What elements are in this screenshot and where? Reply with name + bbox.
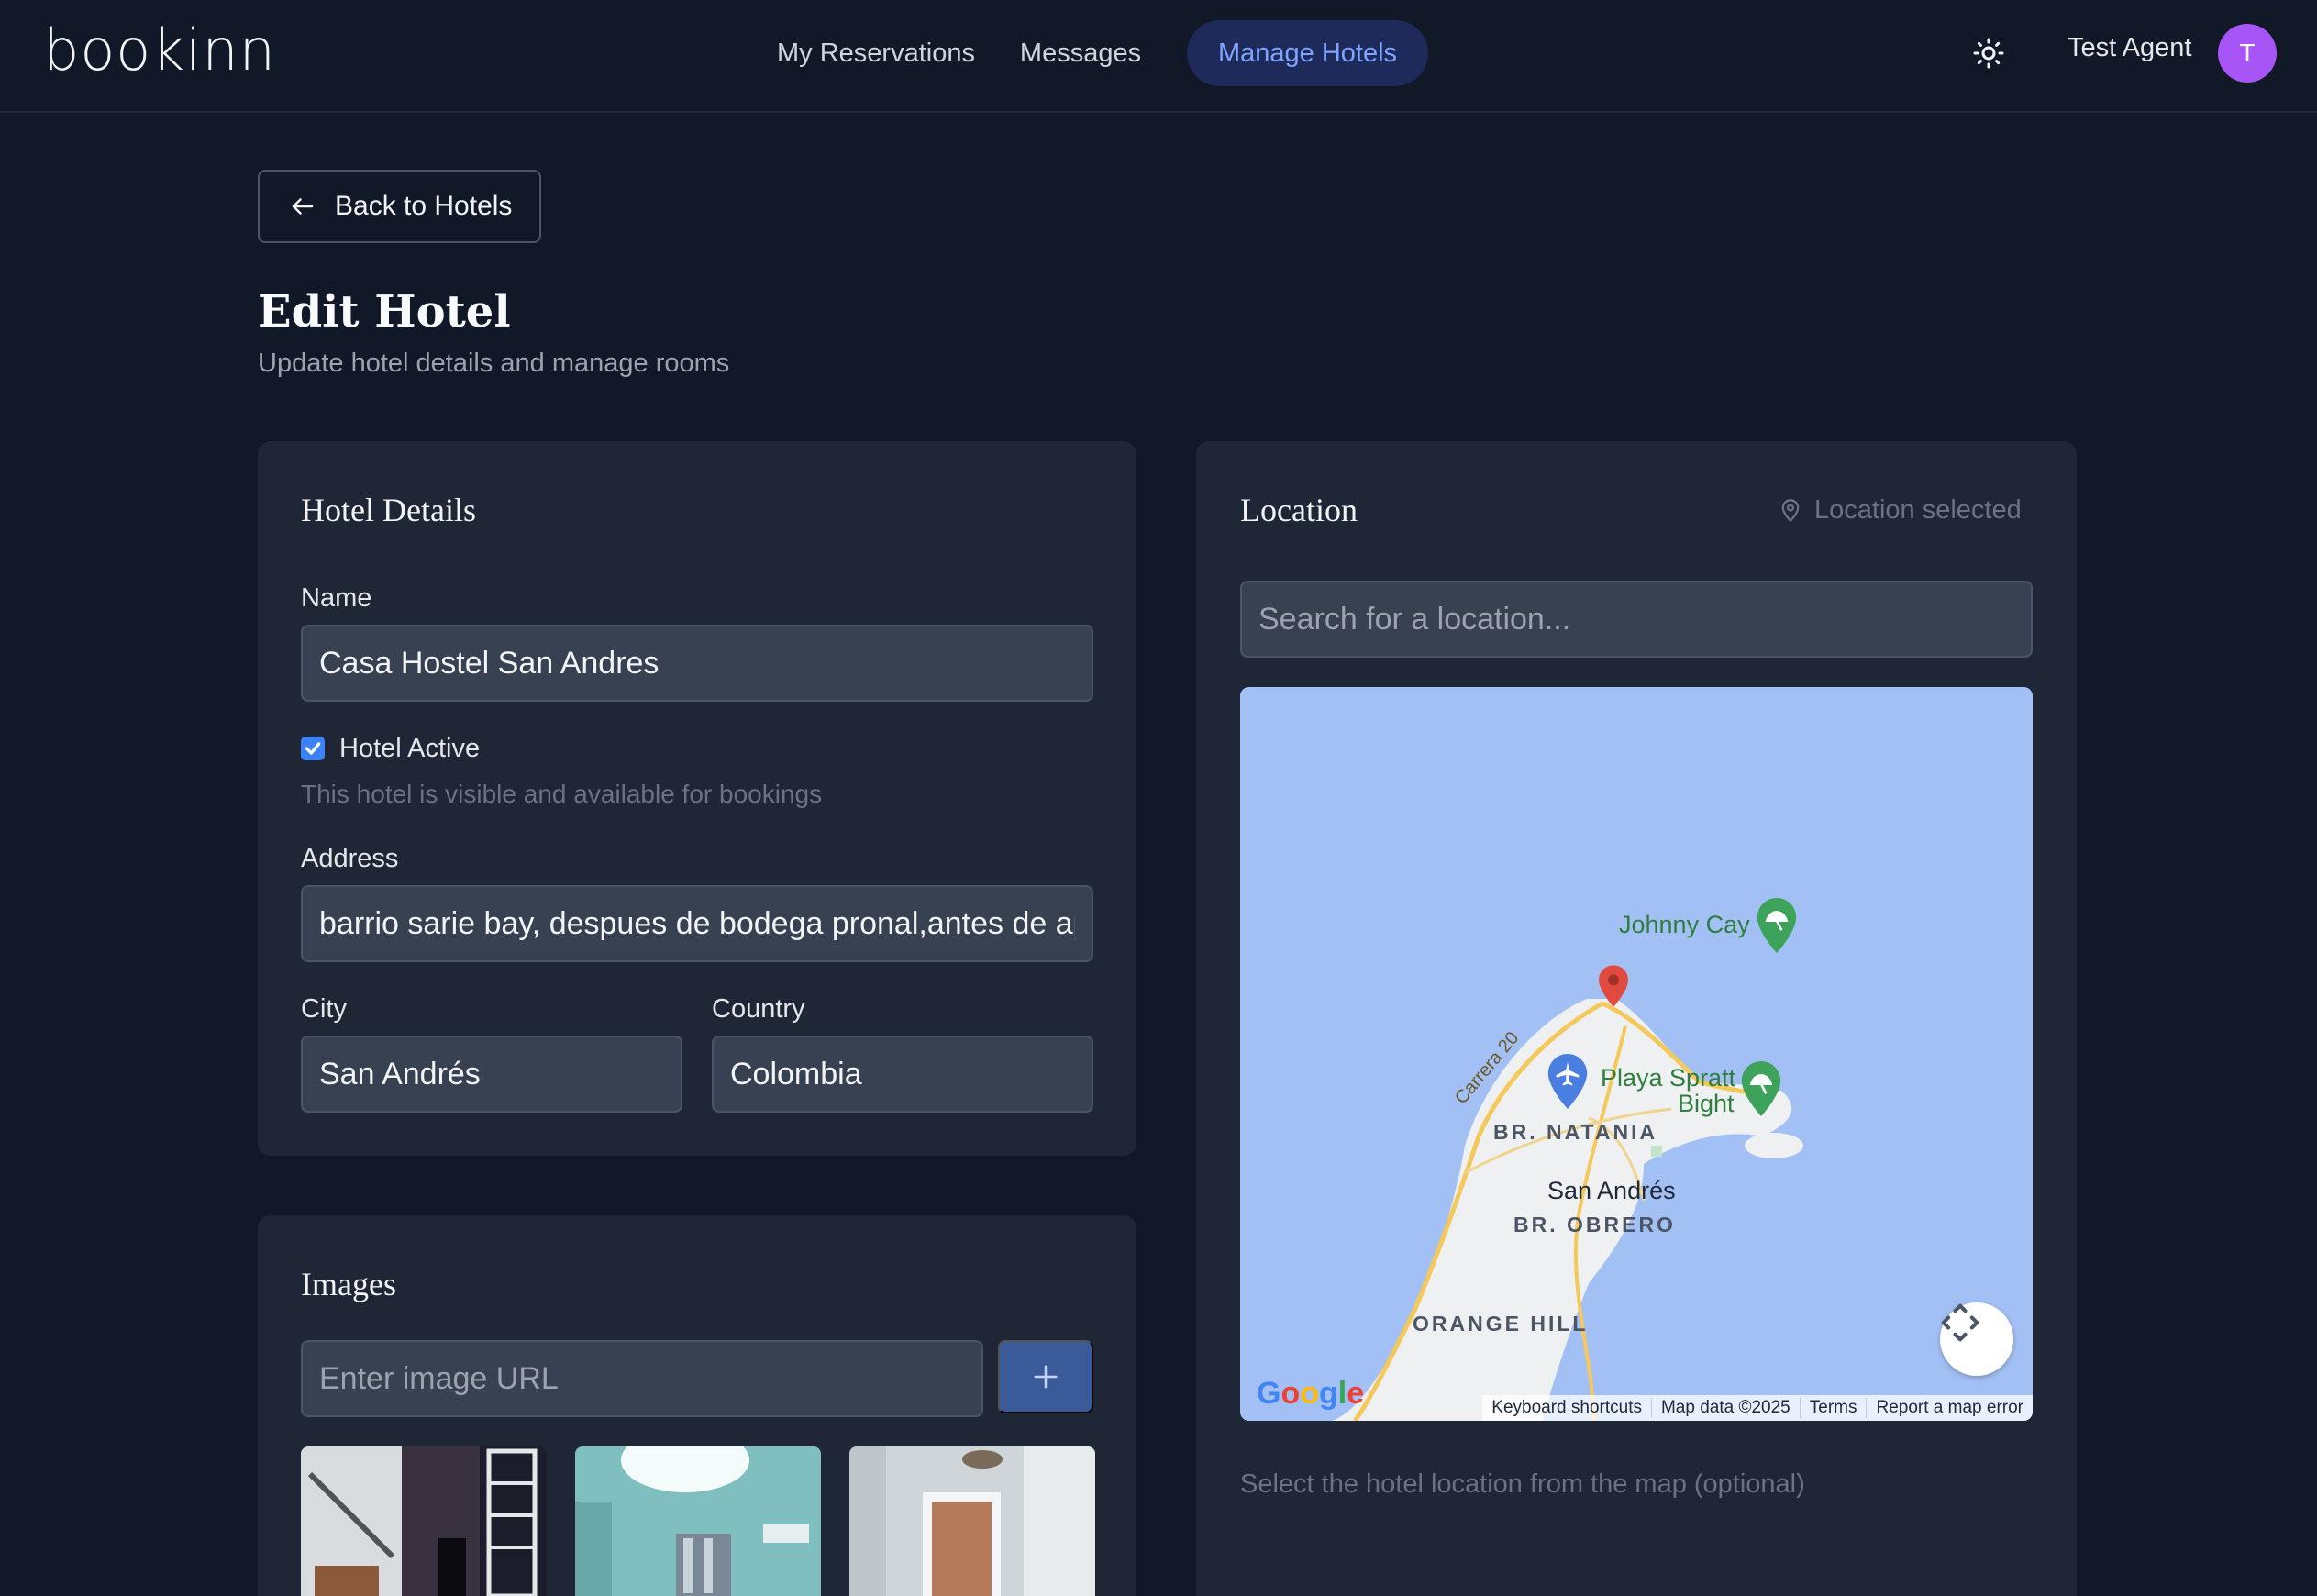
city-label: City: [301, 994, 347, 1024]
airport-icon: [1547, 1054, 1588, 1109]
location-status: Location selected: [1778, 495, 2022, 526]
map-attribution: Keyboard shortcuts Map data ©2025 Terms …: [1482, 1395, 2033, 1421]
map-label-obrero: BR. OBRERO: [1513, 1213, 1676, 1236]
city-input[interactable]: [301, 1036, 682, 1113]
user-avatar[interactable]: T: [2218, 24, 2277, 83]
top-navbar: bookinn My Reservations Messages Manage …: [0, 0, 2317, 113]
map-data-text: Map data ©2025: [1650, 1398, 1800, 1418]
user-name[interactable]: Test Agent: [2068, 33, 2191, 63]
address-input[interactable]: [301, 885, 1093, 962]
nav-messages[interactable]: Messages: [1007, 20, 1154, 86]
location-map[interactable]: Johnny Cay Playa Spratt Bight BR. NATANI…: [1240, 687, 2033, 1421]
hotel-active-hint: This hotel is visible and available for …: [301, 780, 823, 808]
hotel-image-thumbnail[interactable]: [575, 1446, 821, 1596]
location-search-input[interactable]: [1240, 581, 2033, 658]
beach-icon: [1741, 1061, 1781, 1116]
page-title: Edit Hotel: [258, 286, 511, 338]
add-image-button[interactable]: [998, 1340, 1093, 1413]
map-canvas: [1240, 687, 2033, 1421]
checkmark-icon: [305, 742, 321, 755]
report-map-error-link[interactable]: Report a map error: [1866, 1398, 2033, 1418]
selected-location-marker-icon: [1599, 965, 1628, 1007]
keyboard-shortcuts-link[interactable]: Keyboard shortcuts: [1482, 1398, 1651, 1418]
map-label-johnny-cay: Johnny Cay: [1619, 911, 1750, 938]
name-label: Name: [301, 583, 372, 613]
location-status-text: Location selected: [1814, 495, 2022, 525]
map-label-natania: BR. NATANIA: [1493, 1120, 1658, 1144]
map-hint: Select the hotel location from the map (…: [1240, 1469, 1805, 1499]
hotel-image-thumbnail[interactable]: [301, 1446, 547, 1596]
images-title: Images: [301, 1266, 396, 1302]
hotel-active-label[interactable]: Hotel Active: [339, 734, 480, 764]
beach-icon: [1757, 898, 1797, 953]
country-label: Country: [712, 994, 805, 1024]
theme-toggle-button[interactable]: [1970, 35, 2007, 72]
plus-icon: [1034, 1365, 1058, 1389]
google-logo[interactable]: Google: [1257, 1376, 1364, 1412]
page-subtitle: Update hotel details and manage rooms: [258, 349, 730, 378]
map-fullscreen-button[interactable]: [1940, 1302, 2013, 1376]
fullscreen-icon: [1941, 1303, 1979, 1342]
country-input[interactable]: [712, 1036, 1093, 1113]
nav-manage-hotels[interactable]: Manage Hotels: [1187, 20, 1428, 86]
sun-icon: [1973, 38, 2004, 69]
image-url-input[interactable]: [301, 1340, 983, 1417]
map-label-playa-spratt: Playa Spratt: [1601, 1064, 1736, 1092]
back-to-hotels-button[interactable]: Back to Hotels: [258, 170, 541, 243]
app-logo[interactable]: bookinn: [43, 17, 276, 83]
hotel-active-checkbox[interactable]: [301, 737, 325, 760]
map-label-san-andres: San Andrés: [1547, 1177, 1676, 1204]
map-label-orange-hill: ORANGE HILL: [1413, 1312, 1589, 1336]
map-pin-icon: [1781, 498, 1800, 522]
hotel-details-title: Hotel Details: [301, 492, 476, 528]
back-button-label: Back to Hotels: [335, 191, 513, 221]
location-title: Location: [1240, 492, 1358, 528]
map-label-bight: Bight: [1678, 1090, 1735, 1117]
arrow-left-icon: [292, 198, 314, 215]
nav-my-reservations[interactable]: My Reservations: [770, 20, 981, 86]
terms-link[interactable]: Terms: [1799, 1398, 1867, 1418]
hotel-name-input[interactable]: [301, 625, 1093, 702]
address-label: Address: [301, 844, 399, 873]
hotel-image-thumbnail[interactable]: [849, 1446, 1095, 1596]
